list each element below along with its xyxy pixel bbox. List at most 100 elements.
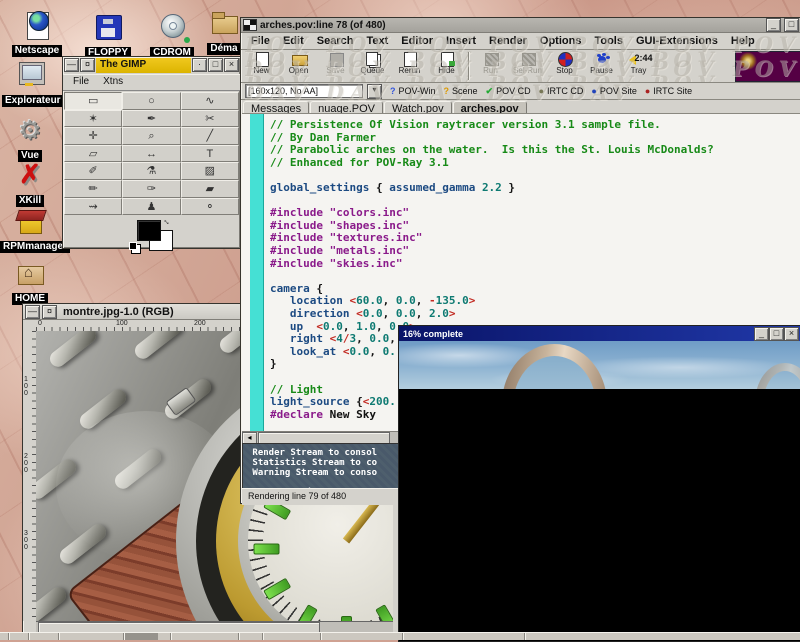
maximize-icon[interactable]: □ [784,18,799,32]
new-button[interactable]: New [243,50,280,82]
editor-menu-file[interactable]: File [245,35,276,47]
toggle-pov-cd[interactable]: ✔POV CD [482,86,535,97]
tool-scissors[interactable]: ✂ [181,110,239,128]
close-icon[interactable]: × [224,58,239,72]
taskbar-segment[interactable] [170,633,183,640]
tool-blend-icon: ▨ [205,165,215,177]
code-line: global_settings { assumed_gamma 2.2 } [270,181,515,194]
taskbar-segment[interactable] [28,633,59,640]
tool-magnify[interactable]: ⌕ [122,127,180,145]
default-colors-icon[interactable] [129,242,137,250]
gimp-titlebar[interactable]: — ¤ The GIMP · □ × [63,57,240,74]
editor-menu-text[interactable]: Text [360,35,394,47]
desktop-icon-rpmmanager[interactable]: RPMmanager [0,206,62,254]
taskbar-segment[interactable] [58,633,116,640]
tool-blend[interactable]: ▨ [181,162,239,180]
open-button[interactable]: Open [280,50,317,82]
tool-rect-select[interactable]: ▭ [64,92,122,110]
editor-menu-gui-extensions[interactable]: GUI-Extensions [630,35,724,47]
foreground-color-swatch[interactable] [137,220,161,241]
ruler-number: 300 [24,530,31,551]
tool-paintbrush[interactable]: ✑ [122,180,180,198]
taskbar-segment[interactable] [402,633,523,640]
pin-icon[interactable]: ¤ [42,305,57,319]
tool-flip[interactable]: ↔ [122,145,180,163]
rendered-arch [502,344,607,389]
pause-button[interactable]: Pause [583,50,620,82]
maximize-icon[interactable]: □ [208,58,223,72]
code-line: // Parabolic arches on the water. Is thi… [270,143,714,156]
taskbar-segment[interactable] [123,633,158,640]
pin-icon[interactable]: ¤ [80,58,95,72]
taskbar-segment[interactable] [524,633,781,640]
tool-convolve[interactable]: ⚬ [181,198,239,216]
editor-menu-render[interactable]: Render [483,35,533,47]
toggle-irtc-site[interactable]: ●IRTC Site [641,86,696,97]
tool-color-picker[interactable]: ✐ [64,162,122,180]
taskbar-segment[interactable] [238,633,263,640]
editor-menu-search[interactable]: Search [311,35,360,47]
tool-fuzzy-select[interactable]: ✶ [64,110,122,128]
desktop-icon-xkill[interactable]: ✗XKill [8,160,52,208]
toggle-pov-site[interactable]: ●POV Site [587,86,640,97]
shade-icon[interactable]: — [64,58,79,72]
rerun-button[interactable]: Rerun [391,50,428,82]
editor-menu-edit[interactable]: Edit [277,35,310,47]
toggle-pov-win[interactable]: ?POV-Win [386,86,440,97]
tool-eraser[interactable]: ▰ [181,180,239,198]
shade-icon[interactable]: — [25,305,40,319]
desktop-icon-vue[interactable]: ⚙Vue [8,115,52,163]
tool-clone-icon: ♟ [147,201,157,213]
minimize-icon[interactable]: _ [754,327,769,341]
desktop-icon-netscape[interactable]: Netscape [10,10,64,58]
tool-bucket-fill[interactable]: ⚗ [122,162,180,180]
taskbar-segment[interactable] [320,633,399,640]
tool-ellipse-select[interactable]: ○ [122,92,180,110]
desktop-icon-cdrom[interactable]: CDROM [146,12,198,60]
swap-colors-icon[interactable]: ↔ [161,214,174,227]
tool-free-select[interactable]: ∿ [181,92,239,110]
desktop-icon-home[interactable]: HOME [8,258,52,306]
irtc-cd-icon: ● [539,86,544,96]
toggle-scene[interactable]: ?Scene [440,86,482,97]
gimp-menu-xtns[interactable]: Xtns [97,75,129,90]
taskbar-segment[interactable] [8,633,29,640]
tool-clone[interactable]: ♟ [122,198,180,216]
stop-button[interactable]: Stop [546,50,583,82]
tool-bezier-select[interactable]: ✒ [122,110,180,128]
editor-titlebar[interactable]: arches.pov:line 78 (of 480) _ □ [241,18,800,33]
tool-text[interactable]: T [181,145,239,163]
editor-menu-tools[interactable]: Tools [588,35,629,47]
tool-color-picker-icon: ✐ [89,165,98,177]
code-line: // By Dan Farmer [270,131,376,144]
povray-banner-image [735,51,800,82]
taskbar-segment[interactable] [262,633,321,640]
tool-pencil[interactable]: ✏ [64,180,122,198]
minimize-icon[interactable]: _ [766,18,781,32]
toggle-label: POV CD [496,86,531,96]
render-titlebar[interactable]: 16% complete _ □ × [399,326,800,341]
desktop-icon-explorateur[interactable]: Explorateur [2,60,60,108]
preset-dropdown-icon[interactable]: ▾ [367,84,382,99]
editor-menu-help[interactable]: Help [725,35,761,47]
taskbar[interactable] [0,632,800,640]
render-preset-select[interactable]: [160x120, No AA] [245,84,363,98]
desktop-icon-floppy[interactable]: FLOPPY [80,12,136,60]
povray-app-icon[interactable] [243,19,257,31]
toggle-irtc-cd[interactable]: ●IRTC CD [535,86,588,97]
gimp-menu-file[interactable]: File [67,75,95,90]
queue-button[interactable]: Queue [354,50,391,82]
tool-crop[interactable]: ╱ [181,127,239,145]
tray-button[interactable]: 2:44Tray [620,50,657,82]
editor-menu-insert[interactable]: Insert [440,35,482,47]
tool-move[interactable]: ✛ [64,127,122,145]
menu-dot-icon[interactable]: · [192,58,207,72]
editor-menu-options[interactable]: Options [534,35,588,47]
tool-airbrush[interactable]: ⇝ [64,198,122,216]
hide-button[interactable]: Hide [428,50,465,82]
tool-transform[interactable]: ▱ [64,145,122,163]
editor-menu-editor[interactable]: Editor [395,35,439,47]
code-line: #include "shapes.inc" [270,219,409,232]
maximize-icon[interactable]: □ [769,327,784,341]
close-icon[interactable]: × [784,327,799,341]
